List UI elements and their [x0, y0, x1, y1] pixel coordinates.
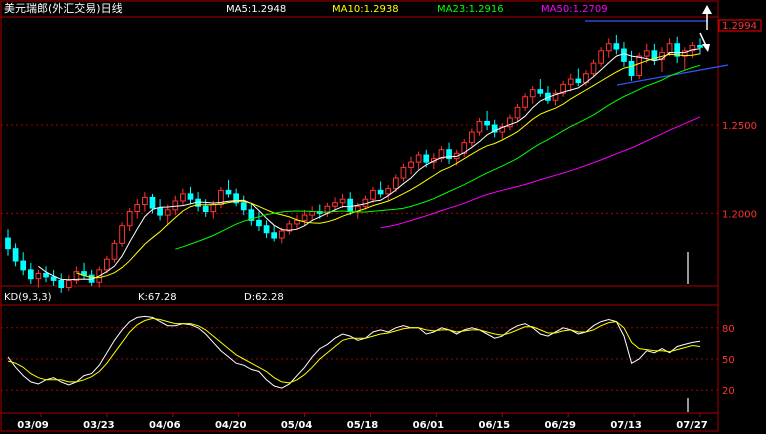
- date-tick-label: 07/13: [610, 420, 642, 431]
- date-tick-label: 05/18: [347, 420, 379, 431]
- candle-body: [469, 131, 475, 144]
- last-price-label: 1.2994: [722, 21, 757, 32]
- date-tick-label: 03/23: [83, 420, 115, 431]
- candle-body: [111, 242, 118, 260]
- kd-title: KD(9,3,3): [4, 292, 52, 303]
- date-tick-label: 06/15: [479, 420, 511, 431]
- kd-tick-label: 20: [722, 386, 735, 397]
- candle-body: [35, 272, 42, 280]
- date-tick-label: 05/04: [281, 420, 313, 431]
- candle-body: [408, 161, 414, 168]
- candle-body: [12, 248, 19, 262]
- candle-body: [347, 198, 354, 213]
- ma23-label: MA23:1.2916: [437, 4, 504, 15]
- date-tick-label: 04/20: [215, 420, 247, 431]
- candle-body: [590, 62, 597, 75]
- candle-body: [339, 198, 346, 204]
- candle-body: [567, 78, 574, 85]
- candle-body: [392, 177, 399, 190]
- candle-body: [522, 96, 528, 108]
- candle-body: [643, 50, 650, 57]
- candle-body: [256, 219, 262, 227]
- candle-body: [180, 193, 186, 202]
- candle-body: [400, 166, 407, 179]
- candle-body: [484, 120, 490, 126]
- candle-body: [301, 214, 308, 221]
- ma5-label: MA5:1.2948: [226, 4, 286, 15]
- candle-body: [370, 189, 376, 200]
- candle-body: [514, 106, 521, 119]
- candle-body: [537, 89, 544, 94]
- candle-body: [294, 219, 300, 225]
- candle-body: [263, 225, 270, 234]
- candle-body: [271, 232, 278, 239]
- candle-body: [27, 269, 34, 280]
- candle-body: [697, 45, 703, 48]
- ma50-label: MA50:1.2709: [541, 4, 608, 15]
- candle-body: [172, 200, 179, 211]
- candle-body: [119, 225, 125, 244]
- candle-body: [20, 260, 27, 271]
- candle-body: [636, 55, 643, 77]
- candle-body: [50, 276, 57, 281]
- candle-body: [157, 207, 163, 216]
- candle-body: [202, 205, 209, 213]
- candle-body: [666, 43, 673, 54]
- candle-body: [225, 189, 232, 195]
- candle-body: [613, 43, 620, 50]
- candle-body: [164, 209, 171, 216]
- candle-body: [385, 188, 392, 195]
- candle-body: [598, 50, 605, 64]
- date-tick-label: 07/27: [676, 420, 708, 431]
- candle-body: [628, 60, 635, 77]
- date-tick-label: 06/29: [544, 420, 576, 431]
- candle-body: [332, 202, 338, 207]
- candle-body: [309, 211, 316, 216]
- chart-window: 1.2500 1.2000 80 50 20 03/09 03/23 04/06 04/20 05…: [0, 0, 766, 434]
- date-tick-label: 03/09: [17, 420, 49, 431]
- candle-body: [210, 204, 217, 213]
- ma10-label: MA10:1.2938: [332, 4, 399, 15]
- candle-body: [529, 89, 536, 98]
- candle-body: [43, 272, 49, 278]
- chart-title: 美元瑞郎(外汇交易)日线: [4, 1, 123, 15]
- k-value: K:67.28: [138, 292, 177, 303]
- kd-tick-label: 80: [722, 324, 735, 335]
- candle-body: [240, 202, 247, 211]
- candle-body: [134, 204, 141, 213]
- kd-tick-label: 50: [722, 355, 735, 366]
- candle-body: [103, 258, 110, 271]
- candle-body: [674, 43, 681, 57]
- candle-body: [377, 189, 384, 195]
- date-tick-label: 06/01: [413, 420, 445, 431]
- candle-body: [149, 196, 156, 209]
- candle-body: [605, 43, 612, 52]
- candle-body: [278, 230, 285, 239]
- candle-body: [5, 237, 11, 250]
- d-value: D:62.28: [244, 292, 284, 303]
- chart-canvas: 1.2500 1.2000 80 50 20 03/09 03/23 04/06 04/20 05…: [0, 0, 766, 434]
- candle-body: [423, 154, 430, 163]
- candle-body: [621, 48, 627, 62]
- candle-body: [58, 279, 65, 289]
- candle-body: [415, 154, 422, 163]
- candle-body: [65, 279, 72, 289]
- date-tick-label: 04/06: [149, 420, 181, 431]
- candle-body: [575, 78, 582, 84]
- candle-body: [126, 211, 133, 227]
- candle-body: [476, 120, 483, 133]
- candle-body: [142, 196, 148, 206]
- price-tick-label: 1.2500: [722, 121, 757, 132]
- price-tick-label: 1.2000: [722, 209, 757, 220]
- candle-body: [187, 193, 194, 200]
